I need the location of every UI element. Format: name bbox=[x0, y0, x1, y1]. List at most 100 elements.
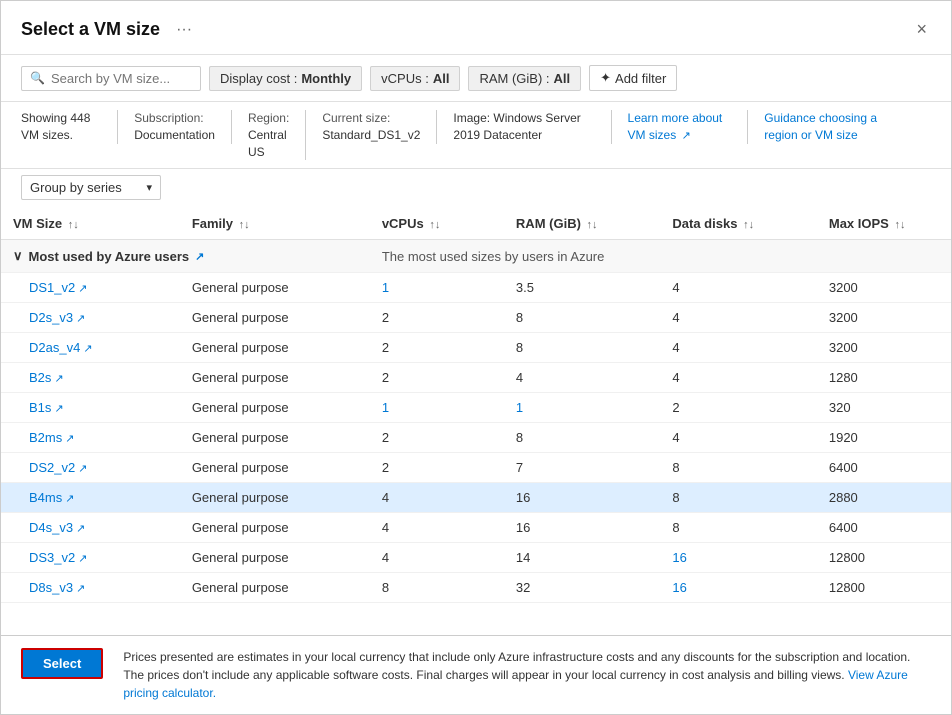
cell-maxiops: 2880 bbox=[817, 483, 951, 513]
cell-ram: 32 bbox=[504, 573, 660, 603]
vmsize-link[interactable]: D4s_v3 bbox=[29, 520, 73, 535]
cell-vmsize: D2as_v4 ↗ bbox=[1, 333, 180, 363]
close-button[interactable]: × bbox=[912, 15, 931, 44]
table-row[interactable]: B1s ↗General purpose112320 bbox=[1, 393, 951, 423]
cell-vcpus: 2 bbox=[370, 333, 504, 363]
th-maxiops[interactable]: Max IOPS ↑↓ bbox=[817, 208, 951, 240]
th-ram[interactable]: RAM (GiB) ↑↓ bbox=[504, 208, 660, 240]
cell-vmsize: DS2_v2 ↗ bbox=[1, 453, 180, 483]
sort-maxiops-icon: ↑↓ bbox=[894, 219, 905, 231]
cell-vcpus: 2 bbox=[370, 303, 504, 333]
table-row[interactable]: DS2_v2 ↗General purpose2786400 bbox=[1, 453, 951, 483]
cell-ram: 14 bbox=[504, 543, 660, 573]
row-trending-icon: ↗ bbox=[51, 373, 63, 385]
meta-bar: Showing 448 VM sizes. Subscription: Docu… bbox=[1, 102, 951, 169]
vmsize-link[interactable]: B4ms bbox=[29, 490, 62, 505]
add-filter-button[interactable]: ✦ Add filter bbox=[589, 65, 677, 91]
datadisks-link[interactable]: 16 bbox=[672, 580, 686, 595]
cell-family: General purpose bbox=[180, 333, 370, 363]
cell-maxiops: 6400 bbox=[817, 513, 951, 543]
display-cost-filter[interactable]: Display cost : Monthly bbox=[209, 66, 362, 91]
cell-vmsize: DS3_v2 ↗ bbox=[1, 543, 180, 573]
dialog-header: Select a VM size ··· × bbox=[1, 1, 951, 55]
table-row[interactable]: DS3_v2 ↗General purpose4141612800 bbox=[1, 543, 951, 573]
vmsize-link[interactable]: DS3_v2 bbox=[29, 550, 75, 565]
select-button[interactable]: Select bbox=[21, 648, 103, 679]
ram-link[interactable]: 1 bbox=[516, 400, 523, 415]
ram-filter[interactable]: RAM (GiB) : All bbox=[468, 66, 581, 91]
search-input[interactable] bbox=[51, 71, 191, 86]
row-trending-icon: ↗ bbox=[73, 523, 85, 535]
table-row[interactable]: D2s_v3 ↗General purpose2843200 bbox=[1, 303, 951, 333]
th-family[interactable]: Family ↑↓ bbox=[180, 208, 370, 240]
table-row[interactable]: D4s_v3 ↗General purpose41686400 bbox=[1, 513, 951, 543]
th-datadisks[interactable]: Data disks ↑↓ bbox=[660, 208, 816, 240]
cell-maxiops: 6400 bbox=[817, 453, 951, 483]
cell-vmsize: B2s ↗ bbox=[1, 363, 180, 393]
cell-ram: 3.5 bbox=[504, 273, 660, 303]
vmsize-link[interactable]: D2s_v3 bbox=[29, 310, 73, 325]
cell-vcpus: 2 bbox=[370, 423, 504, 453]
cell-vcpus: 4 bbox=[370, 543, 504, 573]
ram-value: All bbox=[554, 71, 571, 86]
table-row[interactable]: D2as_v4 ↗General purpose2843200 bbox=[1, 333, 951, 363]
cell-vcpus: 4 bbox=[370, 513, 504, 543]
vcpus-link[interactable]: 1 bbox=[382, 400, 389, 415]
vcpus-filter[interactable]: vCPUs : All bbox=[370, 66, 460, 91]
row-trending-icon: ↗ bbox=[73, 313, 85, 325]
cell-datadisks: 4 bbox=[660, 363, 816, 393]
vmsize-link[interactable]: D8s_v3 bbox=[29, 580, 73, 595]
group-label: ∨ Most used by Azure users ↗ bbox=[13, 248, 358, 264]
vmsize-link[interactable]: DS1_v2 bbox=[29, 280, 75, 295]
cell-datadisks: 16 bbox=[660, 543, 816, 573]
table-row[interactable]: D8s_v3 ↗General purpose8321612800 bbox=[1, 573, 951, 603]
subscription-info: Subscription: Documentation bbox=[134, 110, 232, 144]
th-maxiops-label: Max IOPS bbox=[829, 216, 889, 231]
vcpus-label: vCPUs : bbox=[381, 71, 429, 86]
collapse-icon[interactable]: ∨ bbox=[13, 248, 23, 264]
learn-more-link: Learn more about VM sizes ↗ bbox=[628, 110, 749, 144]
vmsize-link[interactable]: B1s bbox=[29, 400, 51, 415]
vcpus-value: All bbox=[433, 71, 450, 86]
group-header-row: ∨ Most used by Azure users ↗ The most us… bbox=[1, 240, 951, 273]
cell-vmsize: B2ms ↗ bbox=[1, 423, 180, 453]
table-row[interactable]: B2ms ↗General purpose2841920 bbox=[1, 423, 951, 453]
vmsize-link[interactable]: B2s bbox=[29, 370, 51, 385]
learn-more-anchor[interactable]: Learn more about VM sizes bbox=[628, 111, 723, 142]
cell-vcpus: 8 bbox=[370, 573, 504, 603]
search-icon: 🔍 bbox=[30, 71, 45, 85]
cell-vcpus: 4 bbox=[370, 483, 504, 513]
th-family-label: Family bbox=[192, 216, 233, 231]
region-info: Region: Central US bbox=[248, 110, 306, 160]
table-row[interactable]: DS1_v2 ↗General purpose13.543200 bbox=[1, 273, 951, 303]
cell-ram: 16 bbox=[504, 483, 660, 513]
vmsize-link[interactable]: B2ms bbox=[29, 430, 62, 445]
add-filter-label: Add filter bbox=[615, 71, 666, 86]
cell-datadisks: 8 bbox=[660, 513, 816, 543]
external-link-icon: ↗ bbox=[682, 130, 691, 142]
cell-maxiops: 1920 bbox=[817, 423, 951, 453]
vmsize-link[interactable]: DS2_v2 bbox=[29, 460, 75, 475]
vcpus-link[interactable]: 1 bbox=[382, 280, 389, 295]
footer: Select Prices presented are estimates in… bbox=[1, 635, 951, 714]
sort-family-icon: ↑↓ bbox=[239, 219, 250, 231]
dialog-title: Select a VM size bbox=[21, 19, 160, 40]
table-row[interactable]: B2s ↗General purpose2441280 bbox=[1, 363, 951, 393]
groupby-select[interactable]: Group by series ▾ bbox=[21, 175, 161, 200]
cell-vmsize: D2s_v3 ↗ bbox=[1, 303, 180, 333]
trending-icon: ↗ bbox=[195, 250, 204, 263]
table-row[interactable]: B4ms ↗General purpose41682880 bbox=[1, 483, 951, 513]
th-vcpus[interactable]: vCPUs ↑↓ bbox=[370, 208, 504, 240]
sort-datadisks-icon: ↑↓ bbox=[743, 219, 754, 231]
th-vmsize[interactable]: VM Size ↑↓ bbox=[1, 208, 180, 240]
cell-ram: 16 bbox=[504, 513, 660, 543]
table-header: VM Size ↑↓ Family ↑↓ vCPUs ↑↓ RAM (GiB) … bbox=[1, 208, 951, 240]
datadisks-link[interactable]: 16 bbox=[672, 550, 686, 565]
cell-maxiops: 3200 bbox=[817, 273, 951, 303]
vmsize-link[interactable]: D2as_v4 bbox=[29, 340, 80, 355]
cell-ram: 8 bbox=[504, 303, 660, 333]
row-trending-icon: ↗ bbox=[80, 343, 92, 355]
image-info: Image: Windows Server 2019 Datacenter bbox=[453, 110, 611, 144]
guidance-anchor[interactable]: Guidance choosing a region or VM size bbox=[764, 111, 877, 142]
dialog-dots: ··· bbox=[176, 21, 192, 39]
